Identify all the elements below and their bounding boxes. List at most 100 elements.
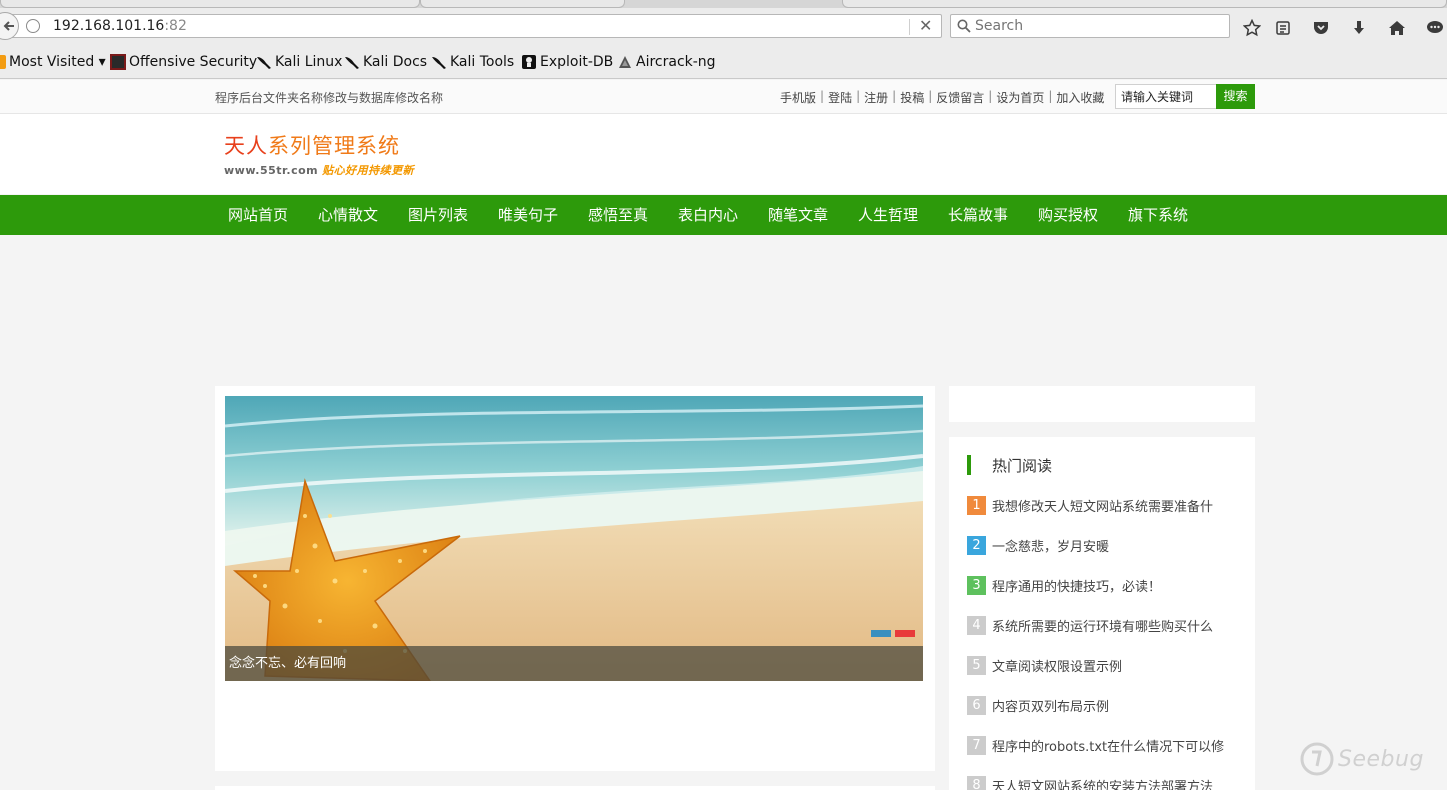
hot-list-item[interactable]: 1 我想修改天人短文网站系统需要准备什	[967, 495, 1213, 515]
hot-list-item[interactable]: 3 程序通用的快捷技巧，必读！	[967, 575, 1161, 595]
hot-list-item[interactable]: 8 天人短文网站系统的安装方法部署方法	[967, 775, 1213, 790]
bookmark-label: Kali Linux	[275, 54, 343, 70]
slide-image[interactable]: 念念不忘、必有回响	[225, 396, 923, 681]
bookmark-label: Kali Tools	[450, 54, 515, 70]
most-visited-icon	[0, 55, 6, 69]
browser-search-input[interactable]	[975, 17, 1225, 35]
link-register[interactable]: 注册	[864, 89, 888, 106]
url-text[interactable]: 192.168.101.16:82	[53, 18, 187, 34]
nav-item-image-list[interactable]: 图片列表	[408, 195, 468, 235]
browser-tab[interactable]	[420, 0, 625, 8]
hot-item-title[interactable]: 内容页双列布局示例	[992, 696, 1109, 715]
nav-item-essays[interactable]: 随笔文章	[768, 195, 828, 235]
bookmark-kali-docs[interactable]: Kali Docs	[344, 53, 427, 71]
bookmark-kali-tools[interactable]: Kali Tools	[431, 53, 514, 71]
logo-domain: www.55tr.com	[224, 164, 319, 177]
slider-dot[interactable]	[871, 630, 891, 637]
link-set-homepage[interactable]: 设为首页	[996, 89, 1044, 106]
link-feedback[interactable]: 反馈留言	[936, 89, 984, 106]
browser-tab[interactable]	[842, 0, 1447, 8]
rank-badge: 2	[967, 535, 986, 555]
pocket-icon[interactable]	[1310, 17, 1332, 39]
hot-list-item[interactable]: 4 系统所需要的运行环境有哪些购买什么	[967, 615, 1213, 635]
link-separator: |	[988, 89, 993, 103]
tab-strip	[0, 0, 1447, 8]
hot-list-item[interactable]: 5 文章阅读权限设置示例	[967, 655, 1122, 675]
link-mobile[interactable]: 手机版	[780, 89, 816, 106]
content-panel	[215, 786, 935, 790]
kali-dragon-icon	[257, 57, 271, 69]
url-host: 192.168.101.16	[53, 18, 165, 34]
bookmark-exploit-db[interactable]: Exploit-DB	[521, 53, 613, 71]
site-header: 天人系列管理系统 www.55tr.com 贴心好用持续更新	[0, 114, 1447, 194]
clear-url-icon[interactable]: ✕	[919, 16, 932, 35]
header-accent-bar	[967, 455, 971, 475]
nav-item-sub-systems[interactable]: 旗下系统	[1128, 195, 1188, 235]
bookmark-label: Offensive Security	[129, 54, 258, 70]
exploit-db-icon	[522, 55, 536, 69]
offsec-icon	[110, 54, 126, 70]
hot-list-item[interactable]: 6 内容页双列布局示例	[967, 695, 1109, 715]
back-button[interactable]	[0, 12, 19, 40]
site-logo[interactable]: 天人系列管理系统 www.55tr.com 贴心好用持续更新	[224, 130, 414, 178]
hot-item-title[interactable]: 我想修改天人短文网站系统需要准备什	[992, 496, 1213, 515]
rank-badge: 3	[967, 575, 986, 595]
bookmark-kali-linux[interactable]: Kali Linux	[256, 53, 342, 71]
aircrack-icon	[619, 56, 631, 68]
nav-item-confession[interactable]: 表白内心	[678, 195, 738, 235]
bookmark-offensive-security[interactable]: Offensive Security	[110, 53, 257, 71]
downloads-icon[interactable]	[1348, 17, 1370, 39]
link-submit[interactable]: 投稿	[900, 89, 924, 106]
link-separator: |	[820, 89, 825, 103]
hot-item-title[interactable]: 程序通用的快捷技巧，必读！	[992, 576, 1161, 595]
main-nav: 网站首页 心情散文 图片列表 唯美句子 感悟至真 表白内心 随笔文章 人生哲理 …	[0, 195, 1447, 235]
nav-item-insights[interactable]: 感悟至真	[588, 195, 648, 235]
browser-search-box[interactable]	[950, 14, 1230, 38]
search-icon	[957, 19, 971, 33]
reading-list-icon[interactable]	[1272, 17, 1294, 39]
hot-item-title[interactable]: 程序中的robots.txt在什么情况下可以修	[992, 736, 1224, 755]
logo-title-part1: 天人	[224, 134, 268, 158]
hot-list-item[interactable]: 7 程序中的robots.txt在什么情况下可以修	[967, 735, 1224, 755]
chat-icon[interactable]	[1424, 17, 1446, 39]
slider-dot-active[interactable]	[895, 630, 915, 637]
hot-item-title[interactable]: 系统所需要的运行环境有哪些购买什么	[992, 616, 1213, 635]
nav-item-sentences[interactable]: 唯美句子	[498, 195, 558, 235]
bookmark-label: Aircrack-ng	[636, 54, 716, 70]
link-separator: |	[928, 89, 933, 103]
link-separator: |	[1048, 89, 1053, 103]
site-search-input[interactable]	[1115, 84, 1216, 109]
rank-badge: 7	[967, 735, 986, 755]
url-divider	[909, 19, 910, 35]
url-port: :82	[164, 18, 187, 34]
slide-caption[interactable]: 念念不忘、必有回响	[225, 646, 923, 681]
rank-badge: 4	[967, 615, 986, 635]
hot-list-item[interactable]: 2 一念慈悲，岁月安暖	[967, 535, 1109, 555]
seebug-logo-icon	[1300, 742, 1334, 776]
link-add-favorite[interactable]: 加入收藏	[1056, 89, 1104, 106]
nav-item-long-stories[interactable]: 长篇故事	[948, 195, 1008, 235]
link-separator: |	[856, 89, 861, 103]
url-bar[interactable]: 192.168.101.16:82 ✕	[0, 12, 942, 40]
nav-item-mood-prose[interactable]: 心情散文	[318, 195, 378, 235]
home-icon[interactable]	[1386, 17, 1408, 39]
site-search-button[interactable]: 搜索	[1216, 84, 1255, 109]
site-identity-icon[interactable]	[26, 19, 40, 33]
hot-item-title[interactable]: 天人短文网站系统的安装方法部署方法	[992, 776, 1213, 790]
nav-item-buy-license[interactable]: 购买授权	[1038, 195, 1098, 235]
logo-title: 天人系列管理系统	[224, 130, 414, 160]
bookmark-most-visited[interactable]: Most Visited ▾	[0, 53, 106, 71]
nav-item-philosophy[interactable]: 人生哲理	[858, 195, 918, 235]
bookmark-aircrack-ng[interactable]: Aircrack-ng	[617, 53, 716, 71]
logo-title-part2: 系列管理系统	[268, 134, 400, 158]
nav-item-home[interactable]: 网站首页	[228, 195, 288, 235]
bookmark-star-icon[interactable]	[1241, 17, 1263, 39]
hot-item-title[interactable]: 文章阅读权限设置示例	[992, 656, 1122, 675]
link-login[interactable]: 登陆	[828, 89, 852, 106]
browser-tab[interactable]	[0, 0, 420, 8]
site-search: 搜索	[1115, 84, 1255, 109]
hot-reading-box: 热门阅读 1 我想修改天人短文网站系统需要准备什 2 一念慈悲，岁月安暖 3 程…	[949, 437, 1255, 790]
rank-badge: 5	[967, 655, 986, 675]
hot-item-title[interactable]: 一念慈悲，岁月安暖	[992, 536, 1109, 555]
top-announcement[interactable]: 程序后台文件夹名称修改与数据库修改名称	[215, 89, 443, 106]
